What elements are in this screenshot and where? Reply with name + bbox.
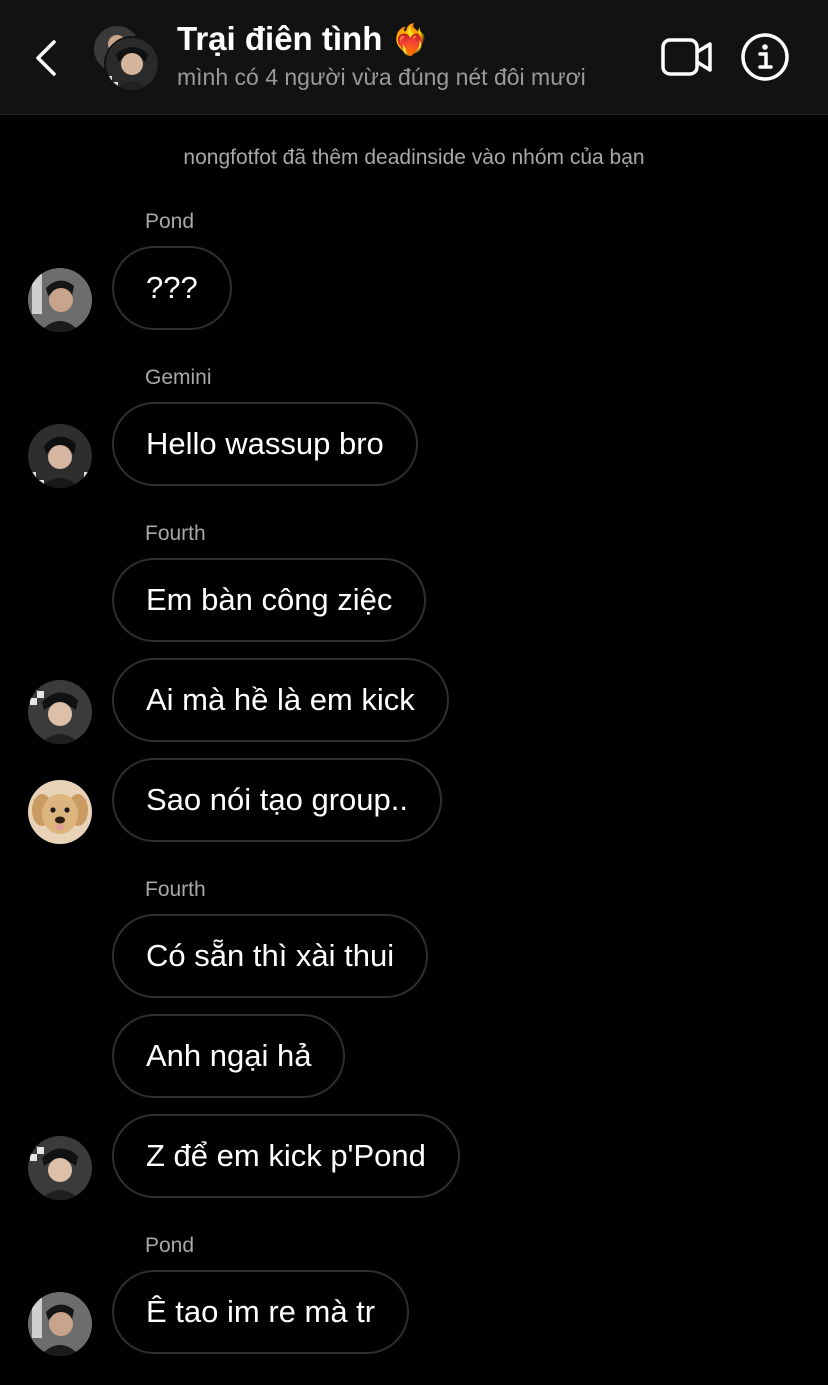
avatar[interactable] xyxy=(28,1136,92,1200)
message-bubble[interactable]: Ê tao im re mà tr xyxy=(112,1270,410,1354)
chat-title[interactable]: Trại điên tình ❤️‍🔥 xyxy=(177,20,429,58)
message-bubble[interactable]: Ai mà hề là em kick xyxy=(112,658,449,742)
chat-subtitle: mình có 4 người vừa đúng nét đôi mươi xyxy=(177,64,586,90)
chat-header: Trại điên tình ❤️‍🔥 mình có 4 người vừa … xyxy=(0,0,828,115)
group-avatar[interactable] xyxy=(92,24,160,92)
system-message: nongfotfot đã thêm deadinside vào nhóm c… xyxy=(183,146,645,169)
avatar[interactable] xyxy=(28,680,92,744)
sender-name: Pond xyxy=(145,210,195,233)
info-icon xyxy=(741,33,789,81)
avatar[interactable] xyxy=(28,780,92,844)
message-bubble[interactable]: Anh ngại hả xyxy=(112,1014,346,1098)
message-bubble[interactable]: ??? xyxy=(112,246,232,330)
sender-name: Pond xyxy=(145,1234,195,1257)
video-call-icon xyxy=(661,38,712,76)
sender-name: Fourth xyxy=(145,878,206,901)
member-avatar xyxy=(104,36,160,92)
message-bubble[interactable]: Hello wassup bro xyxy=(112,402,418,486)
heart-on-fire-emoji: ❤️‍🔥 xyxy=(391,23,429,58)
back-button[interactable] xyxy=(30,36,64,80)
message-bubble[interactable]: Có sẵn thì xài thui xyxy=(112,914,429,998)
chat-title-text: Trại điên tình xyxy=(177,20,383,57)
sender-name: Gemini xyxy=(145,366,212,389)
message-bubble[interactable]: Em bàn công ziệc xyxy=(112,558,427,642)
video-call-button[interactable] xyxy=(660,36,714,78)
avatar[interactable] xyxy=(28,1292,92,1356)
sender-name: Fourth xyxy=(145,522,206,545)
info-button[interactable] xyxy=(740,32,790,82)
avatar[interactable] xyxy=(28,424,92,488)
message-bubble[interactable]: Sao nói tạo group.. xyxy=(112,758,442,842)
message-bubble[interactable]: Z để em kick p'Pond xyxy=(112,1114,460,1198)
chevron-left-icon xyxy=(36,40,56,76)
avatar[interactable] xyxy=(28,268,92,332)
